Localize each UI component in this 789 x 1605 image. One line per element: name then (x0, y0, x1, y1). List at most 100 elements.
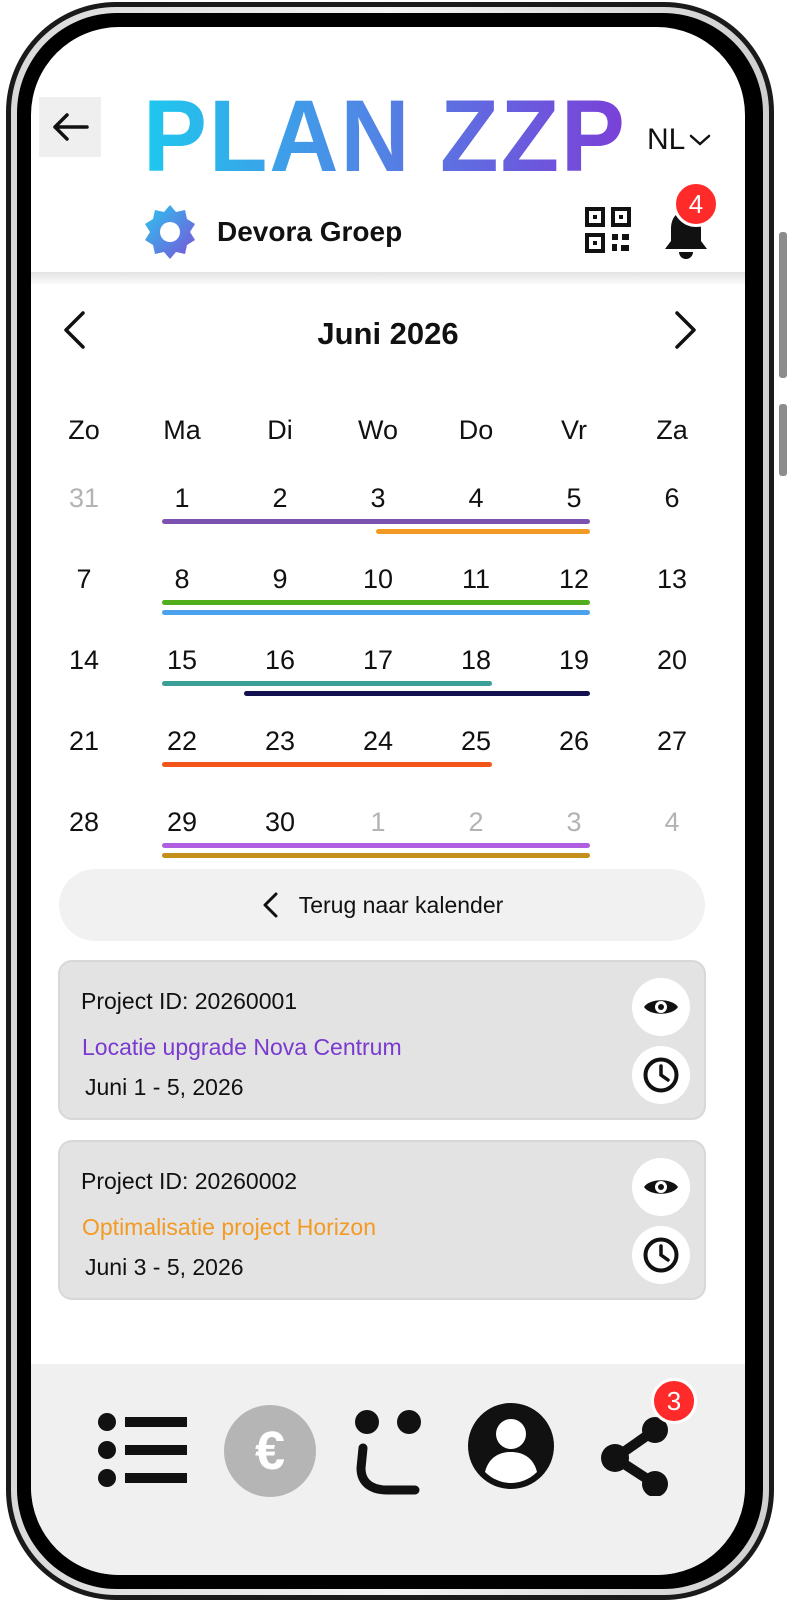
back-to-calendar-label: Terug naar kalender (298, 891, 504, 918)
language-label: NL (647, 123, 686, 156)
calendar-day[interactable]: 12 (544, 564, 604, 595)
app-screen: PLAN ZZP NL Devora Groep 4 Juni 2026 Zo … (31, 27, 745, 1575)
project-bar (376, 529, 590, 534)
calendar-day[interactable]: 30 (250, 807, 310, 838)
weekday-label: Ma (163, 415, 201, 445)
project-bar (162, 843, 590, 848)
calendar-day[interactable]: 21 (54, 726, 114, 757)
nav-feedback-button[interactable] (353, 1408, 423, 1496)
weekday-label: Do (458, 415, 494, 445)
company-selector[interactable]: Devora Groep (143, 203, 402, 261)
calendar-day[interactable]: 14 (54, 645, 114, 676)
gear-icon (145, 205, 195, 259)
calendar-day[interactable]: 8 (152, 564, 212, 595)
project-dates: Juni 1 - 5, 2026 (85, 1074, 244, 1100)
calendar-day[interactable]: 24 (348, 726, 408, 757)
nav-list-button[interactable] (97, 1412, 189, 1488)
view-project-button[interactable] (632, 1158, 690, 1216)
project-bar (162, 853, 590, 858)
smiley-icon (355, 1410, 421, 1495)
calendar-day[interactable]: 3 (348, 483, 408, 514)
calendar-day[interactable]: 27 (642, 726, 702, 757)
clock-icon (643, 1237, 679, 1273)
project-bar (162, 600, 590, 605)
calendar-day[interactable]: 26 (544, 726, 604, 757)
calendar-day[interactable]: 5 (544, 483, 604, 514)
next-month-button[interactable] (673, 310, 699, 355)
calendar-day[interactable]: 15 (152, 645, 212, 676)
profile-icon (468, 1403, 554, 1489)
chevron-down-icon (690, 134, 711, 146)
calendar-day[interactable]: 23 (250, 726, 310, 757)
calendar-day[interactable]: 1 (348, 807, 408, 838)
header-divider (31, 272, 745, 284)
nav-profile-button[interactable] (467, 1402, 555, 1490)
power-button (779, 404, 787, 476)
calendar-day[interactable]: 9 (250, 564, 310, 595)
calendar-day[interactable]: 6 (642, 483, 702, 514)
arrow-left-icon (53, 113, 89, 141)
clock-icon (643, 1057, 679, 1093)
calendar-day[interactable]: 28 (54, 807, 114, 838)
calendar-day[interactable]: 22 (152, 726, 212, 757)
notification-badge: 4 (673, 181, 719, 227)
back-to-calendar-button[interactable]: Terug naar kalender (59, 869, 705, 941)
project-id: Project ID: 20260002 (81, 1168, 298, 1194)
calendar-day[interactable]: 3 (544, 807, 604, 838)
project-dates: Juni 3 - 5, 2026 (85, 1254, 244, 1280)
view-project-button[interactable] (632, 978, 690, 1036)
chevron-right-icon (675, 311, 696, 349)
calendar-day[interactable]: 1 (152, 483, 212, 514)
calendar-day[interactable]: 17 (348, 645, 408, 676)
weekday-label: Wo (357, 415, 398, 445)
project-bar (162, 762, 492, 767)
calendar-day[interactable]: 18 (446, 645, 506, 676)
project-id: Project ID: 20260001 (81, 988, 298, 1014)
calendar-day[interactable]: 11 (446, 564, 506, 595)
project-bar (162, 519, 590, 524)
calendar-day[interactable]: 10 (348, 564, 408, 595)
notifications-button[interactable]: 4 (661, 181, 719, 264)
calendar-day[interactable]: 4 (446, 483, 506, 514)
project-bar (162, 610, 590, 615)
project-card[interactable]: Project ID: 20260001 Locatie upgrade Nov… (58, 960, 706, 1120)
share-icon (601, 1417, 668, 1496)
weekday-label: Zo (68, 415, 100, 445)
nav-share-button[interactable]: 3 (599, 1378, 697, 1496)
project-name[interactable]: Locatie upgrade Nova Centrum (82, 1034, 402, 1061)
nav-finance-button[interactable]: € (224, 1405, 316, 1497)
calendar-day[interactable]: 16 (250, 645, 310, 676)
calendar-day[interactable]: 31 (54, 483, 114, 514)
volume-up-button (779, 232, 787, 378)
weekday-label: Di (267, 415, 293, 445)
calendar-day[interactable]: 25 (446, 726, 506, 757)
project-name[interactable]: Optimalisatie project Horizon (82, 1214, 376, 1241)
calendar-day[interactable]: 2 (446, 807, 506, 838)
euro-icon: € (254, 1421, 286, 1481)
calendar-day[interactable]: 2 (250, 483, 310, 514)
weekday-label: Vr (561, 415, 587, 445)
bottom-navigation: € 3 (31, 1364, 745, 1575)
calendar-day[interactable]: 20 (642, 645, 702, 676)
calendar-day[interactable]: 7 (54, 564, 114, 595)
company-name: Devora Groep (217, 216, 403, 247)
calendar-day[interactable]: 19 (544, 645, 604, 676)
back-button[interactable] (39, 97, 101, 157)
qr-code-button[interactable] (585, 207, 631, 258)
project-card[interactable]: Project ID: 20260002 Optimalisatie proje… (58, 1140, 706, 1300)
project-bar (162, 681, 492, 686)
time-log-button[interactable] (632, 1226, 690, 1284)
time-log-button[interactable] (632, 1046, 690, 1104)
month-title: Juni 2026 (317, 316, 459, 351)
weekday-label: Za (656, 415, 688, 445)
language-selector[interactable]: NL (647, 123, 711, 157)
list-icon (98, 1413, 187, 1487)
calendar-day[interactable]: 13 (642, 564, 702, 595)
qr-code-icon (585, 207, 631, 253)
eye-icon (644, 1000, 678, 1014)
share-badge: 3 (651, 1378, 697, 1424)
calendar-day[interactable]: 29 (152, 807, 212, 838)
calendar-day[interactable]: 4 (642, 807, 702, 838)
chevron-left-icon (263, 892, 278, 918)
app-logo: PLAN ZZP (143, 79, 627, 193)
